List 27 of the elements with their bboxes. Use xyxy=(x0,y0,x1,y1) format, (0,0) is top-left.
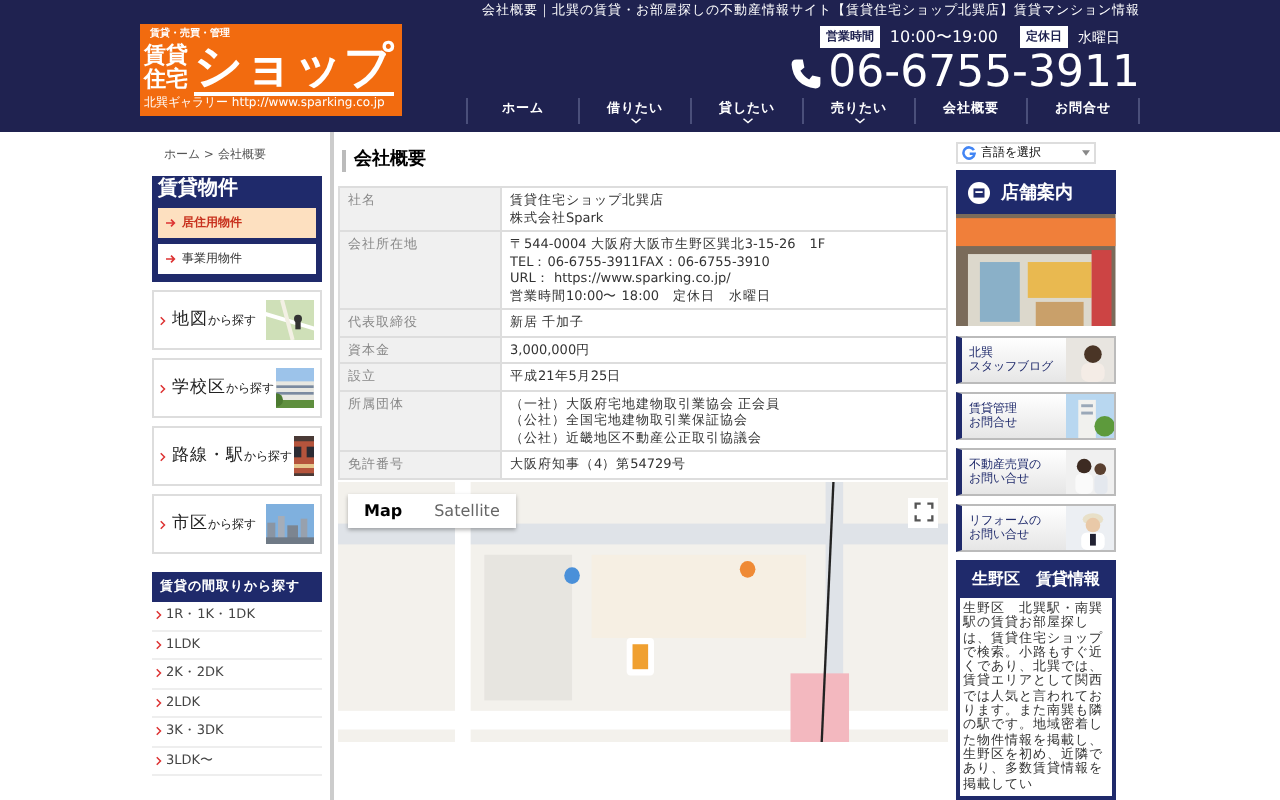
logo-text: 住宅 xyxy=(144,68,188,92)
chevron-icon xyxy=(160,315,166,325)
map-type-tab[interactable]: Satellite xyxy=(418,493,516,527)
chevron-icon xyxy=(156,639,162,650)
arrow-icon xyxy=(166,254,176,264)
panel-title: 賃貸物件 xyxy=(158,178,240,202)
logo-name: ショップ xyxy=(194,40,394,96)
logo-text: 賃貸 xyxy=(144,44,188,68)
arrow-icon xyxy=(166,218,176,228)
chevron-icon xyxy=(160,383,166,393)
chevron-icon xyxy=(156,697,162,708)
chevron-icon xyxy=(160,451,166,461)
chevron-icon xyxy=(160,519,166,529)
chevron-icon xyxy=(156,726,162,737)
map-type-tab[interactable]: Map xyxy=(348,493,419,527)
dropdown-icon xyxy=(1082,150,1091,156)
phone-number[interactable]: 06-6755-3911 xyxy=(828,49,1140,97)
chevron-icon xyxy=(156,668,162,679)
g-logo-icon xyxy=(962,146,977,160)
page-title: 会社概要 xyxy=(342,150,949,172)
store-title: 店舗案内 xyxy=(1000,180,1073,205)
fullscreen-button[interactable] xyxy=(908,497,939,527)
chevron-icon xyxy=(156,755,162,766)
phone-icon xyxy=(790,57,823,89)
chevron-icon xyxy=(156,610,162,621)
business-hours: 10:00〜19:00 xyxy=(889,26,998,48)
info-title: 生野区 賃貸情報 xyxy=(960,560,1112,598)
